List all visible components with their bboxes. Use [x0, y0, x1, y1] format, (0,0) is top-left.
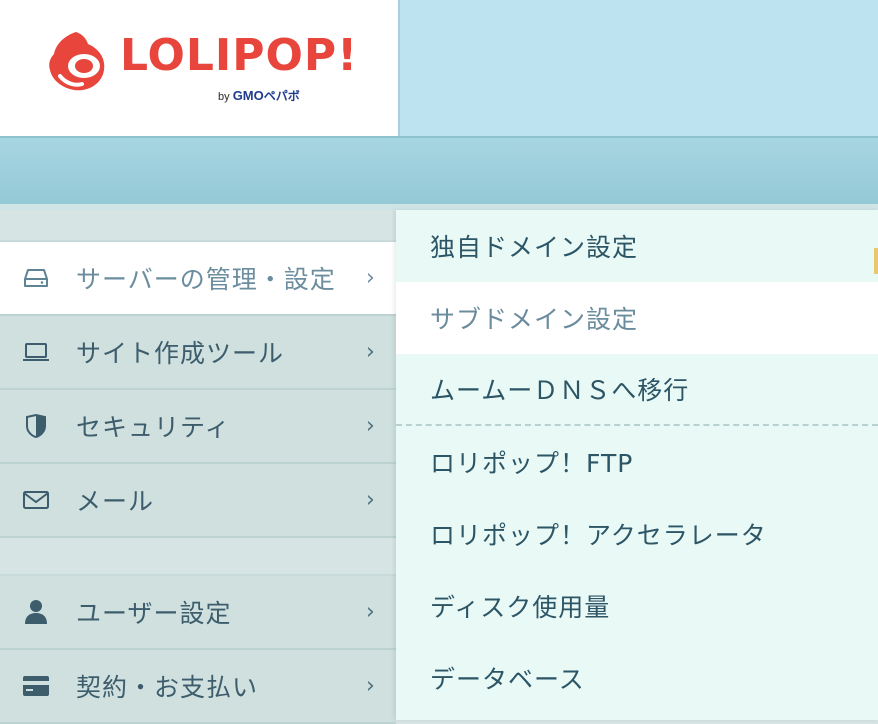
sidebar-item-security[interactable]: セキュリティ ›	[0, 390, 396, 464]
submenu-item-muumuu-dns[interactable]: ムームーＤＮＳへ移行	[396, 354, 878, 426]
chevron-right-icon: ›	[366, 265, 375, 291]
sidebar-item-mail[interactable]: メール ›	[0, 464, 396, 538]
chevron-right-icon: ›	[366, 599, 375, 625]
sidebar-spacer	[0, 210, 396, 242]
chevron-right-icon: ›	[366, 413, 375, 439]
user-icon	[22, 598, 50, 626]
submenu-item-accelerator[interactable]: ロリポップ！アクセラレータ	[396, 498, 878, 570]
logo-by: by	[218, 91, 230, 103]
submenu-item-ftp[interactable]: ロリポップ！FTP	[396, 426, 878, 498]
lollipop-logo-icon	[49, 32, 105, 91]
chevron-right-icon: ›	[366, 673, 375, 699]
logo-brand: LOLIPOP!	[120, 30, 359, 81]
sidebar-spacer	[0, 538, 396, 576]
submenu-item-custom-domain[interactable]: 独自ドメイン設定	[396, 210, 878, 282]
sidebar-item-server-settings[interactable]: サーバーの管理・設定 ›	[0, 242, 396, 316]
sidebar-item-label: メール	[76, 487, 155, 516]
submenu-item-disk-usage[interactable]: ディスク使用量	[396, 570, 878, 642]
logo-company: ペパボ	[263, 89, 300, 103]
logo-area[interactable]: LOLIPOP! by GMOペパボ	[0, 0, 398, 136]
submenu-item-database[interactable]: データベース	[396, 642, 878, 714]
sidebar-item-label: サイト作成ツール	[76, 339, 285, 368]
sidebar-item-label: ユーザー設定	[76, 599, 232, 628]
submenu-item-subdomain[interactable]: サブドメイン設定	[396, 282, 878, 354]
chevron-right-icon: ›	[366, 339, 375, 365]
sidebar-item-label: セキュリティ	[76, 413, 231, 442]
sidebar-item-site-tools[interactable]: サイト作成ツール ›	[0, 316, 396, 390]
sidebar-item-label: サーバーの管理・設定	[76, 265, 336, 294]
header-right-panel	[398, 0, 878, 136]
laptop-icon	[22, 338, 50, 366]
logo-gmo: GMO	[232, 88, 264, 103]
sidebar: サーバーの管理・設定 › サイト作成ツール › セキュリティ › メール › ユ…	[0, 210, 396, 724]
chevron-right-icon: ›	[366, 487, 375, 513]
sidebar-item-contract-payment[interactable]: 契約・お支払い ›	[0, 650, 396, 724]
sidebar-item-label: 契約・お支払い	[76, 673, 259, 702]
credit-card-icon	[22, 672, 50, 700]
header-band	[0, 136, 878, 204]
sidebar-item-user-settings[interactable]: ユーザー設定 ›	[0, 576, 396, 650]
edge-accent	[874, 248, 878, 274]
envelope-icon	[22, 486, 50, 514]
shield-icon	[22, 412, 50, 440]
server-icon	[22, 264, 50, 292]
logo-byline: by GMOペパボ	[218, 89, 300, 103]
server-settings-submenu: 独自ドメイン設定 サブドメイン設定 ムームーＤＮＳへ移行 ロリポップ！FTP ロ…	[396, 210, 878, 720]
